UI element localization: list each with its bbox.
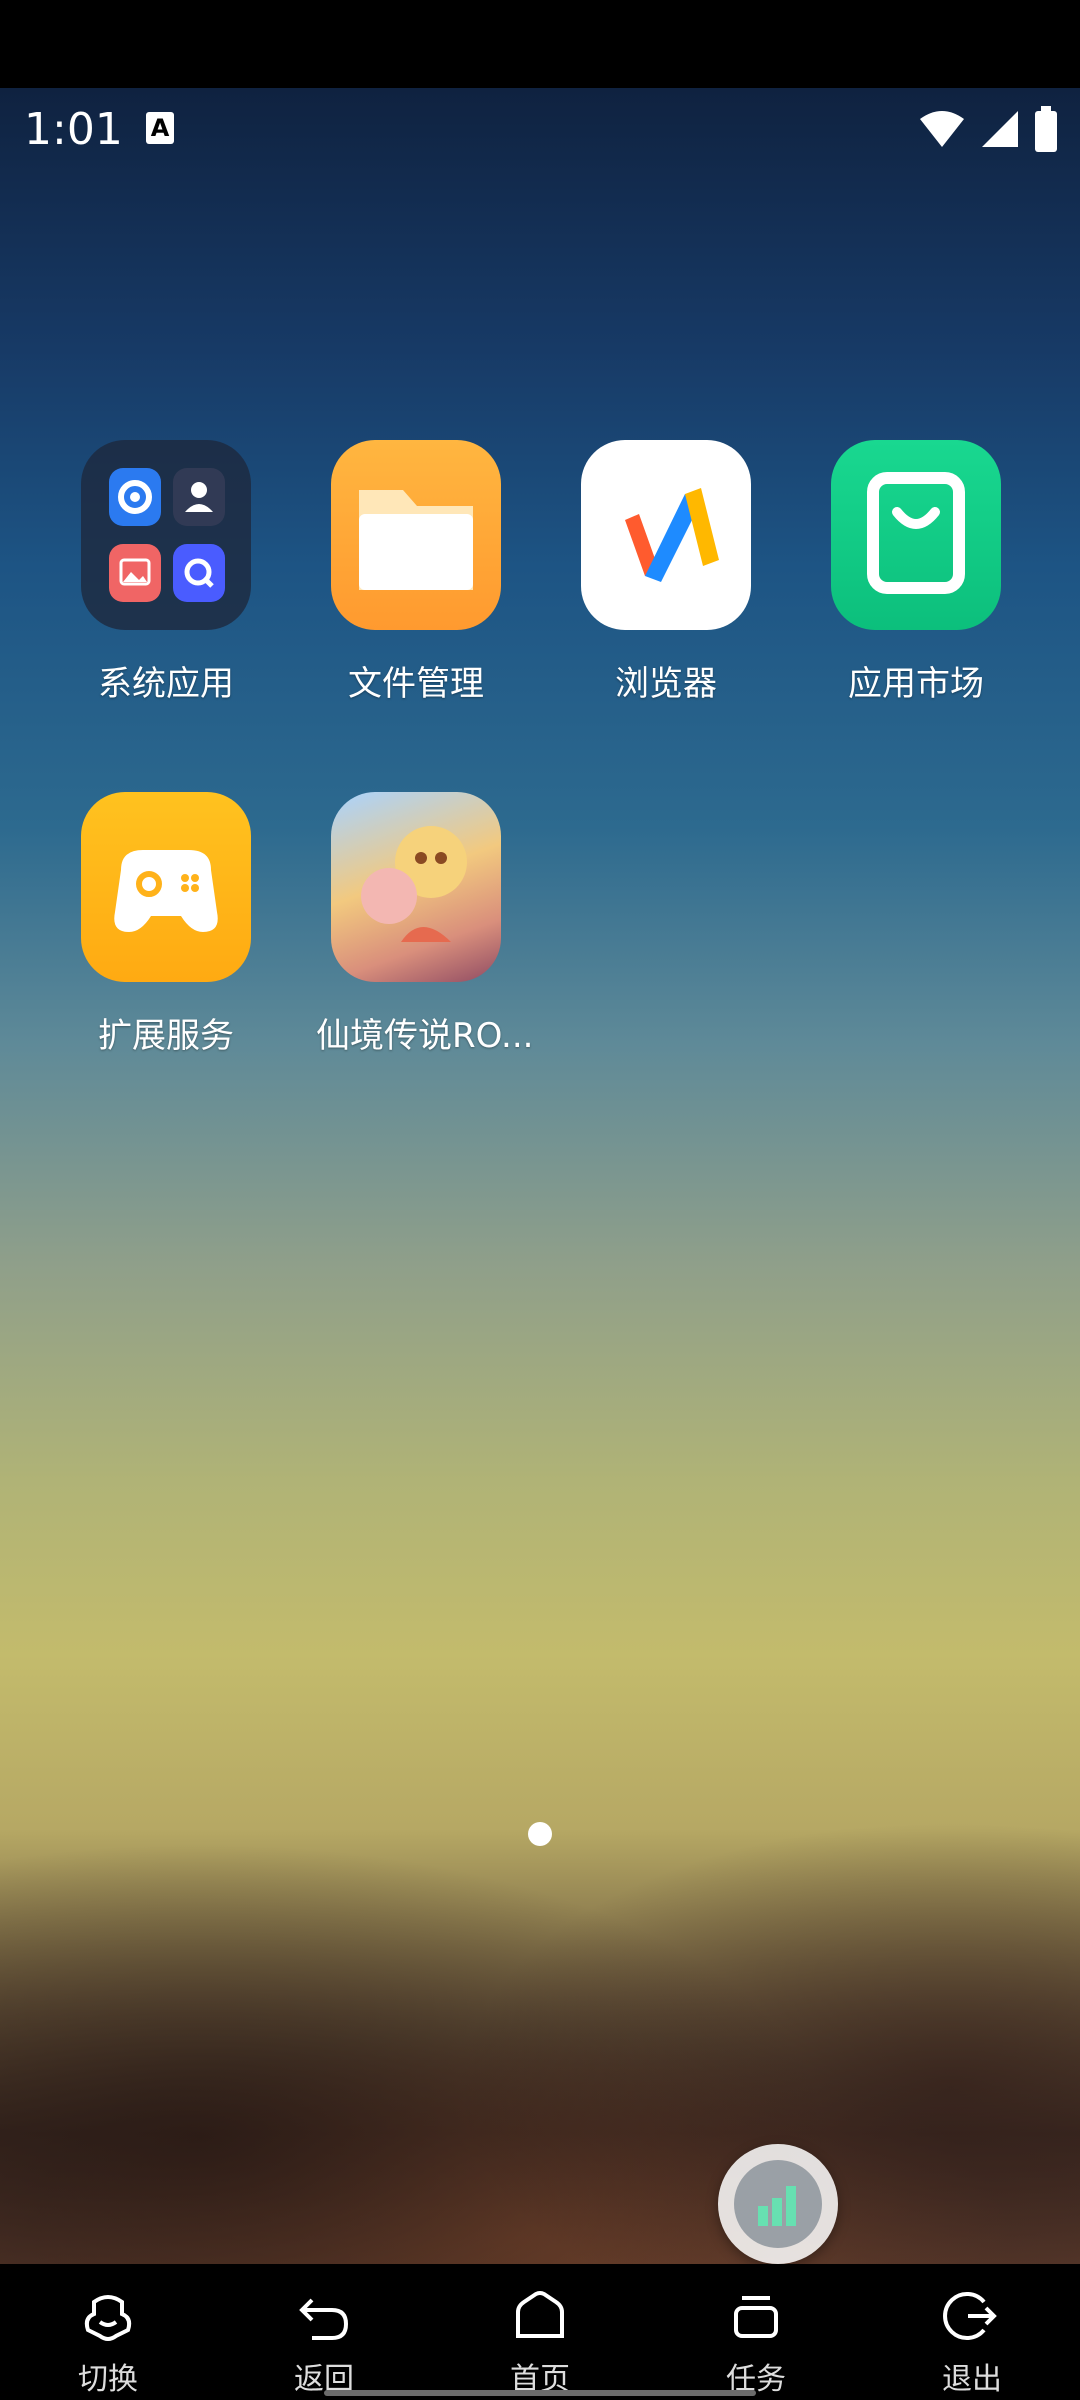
wifi-icon xyxy=(920,111,964,147)
app-system-apps[interactable]: 系统应用 xyxy=(66,440,266,705)
nav-label: 退出 xyxy=(942,2362,1002,2397)
folder-icon xyxy=(81,440,251,630)
home-screen: 1:01 A 系统应用 文件管理 浏览器 应用市场 扩展服务 仙境传说RO...… xyxy=(0,0,1080,2400)
wallpaper xyxy=(0,88,1080,2264)
top-inset xyxy=(0,0,1080,88)
app-label: 文件管理 xyxy=(348,664,484,704)
app-label: 浏览器 xyxy=(615,664,717,704)
game-icon xyxy=(331,792,501,982)
status-time: 1:01 xyxy=(24,104,123,155)
search-app-icon xyxy=(173,544,225,602)
switch-icon xyxy=(84,2295,132,2341)
exit-icon xyxy=(943,2292,997,2340)
battery-icon xyxy=(1035,106,1057,152)
app-market[interactable]: 应用市场 xyxy=(816,440,1016,705)
tasks-icon xyxy=(734,2296,778,2338)
app-label: 系统应用 xyxy=(98,664,234,704)
app-label: 仙境传说RO... xyxy=(316,1016,534,1056)
gallery-icon xyxy=(109,544,161,602)
status-icons xyxy=(918,106,1058,152)
app-label: 扩展服务 xyxy=(98,1016,234,1056)
nav-back[interactable]: 返回 xyxy=(244,2284,404,2398)
app-store-icon xyxy=(831,440,1001,630)
nav-switch[interactable]: 切换 xyxy=(28,2284,188,2398)
settings-icon xyxy=(109,468,161,526)
nav-tasks[interactable]: 任务 xyxy=(676,2284,836,2398)
contacts-icon xyxy=(173,468,225,526)
keyboard-indicator-icon: A xyxy=(146,112,174,144)
nav-home[interactable]: 首页 xyxy=(460,2284,620,2398)
app-game-ro[interactable]: 仙境传说RO... xyxy=(316,792,534,1057)
nav-exit[interactable]: 退出 xyxy=(892,2284,1052,2398)
home-icon xyxy=(516,2291,564,2338)
page-indicator xyxy=(528,1822,552,1846)
stats-bars-icon xyxy=(734,2160,822,2248)
app-file-manager[interactable]: 文件管理 xyxy=(316,440,516,705)
gesture-bar[interactable] xyxy=(324,2390,756,2396)
bottom-navigation: 切换 返回 首页 任务 退出 xyxy=(0,2264,1080,2400)
file-manager-icon xyxy=(331,440,501,630)
cellular-signal-icon xyxy=(982,111,1018,147)
back-icon xyxy=(299,2298,349,2340)
app-label: 应用市场 xyxy=(848,664,984,704)
app-extend-services[interactable]: 扩展服务 xyxy=(66,792,266,1057)
app-browser[interactable]: 浏览器 xyxy=(566,440,766,705)
gamepad-icon xyxy=(81,792,251,982)
nav-label: 切换 xyxy=(78,2362,138,2397)
floating-stats-button[interactable] xyxy=(718,2144,838,2264)
browser-icon xyxy=(581,440,751,630)
